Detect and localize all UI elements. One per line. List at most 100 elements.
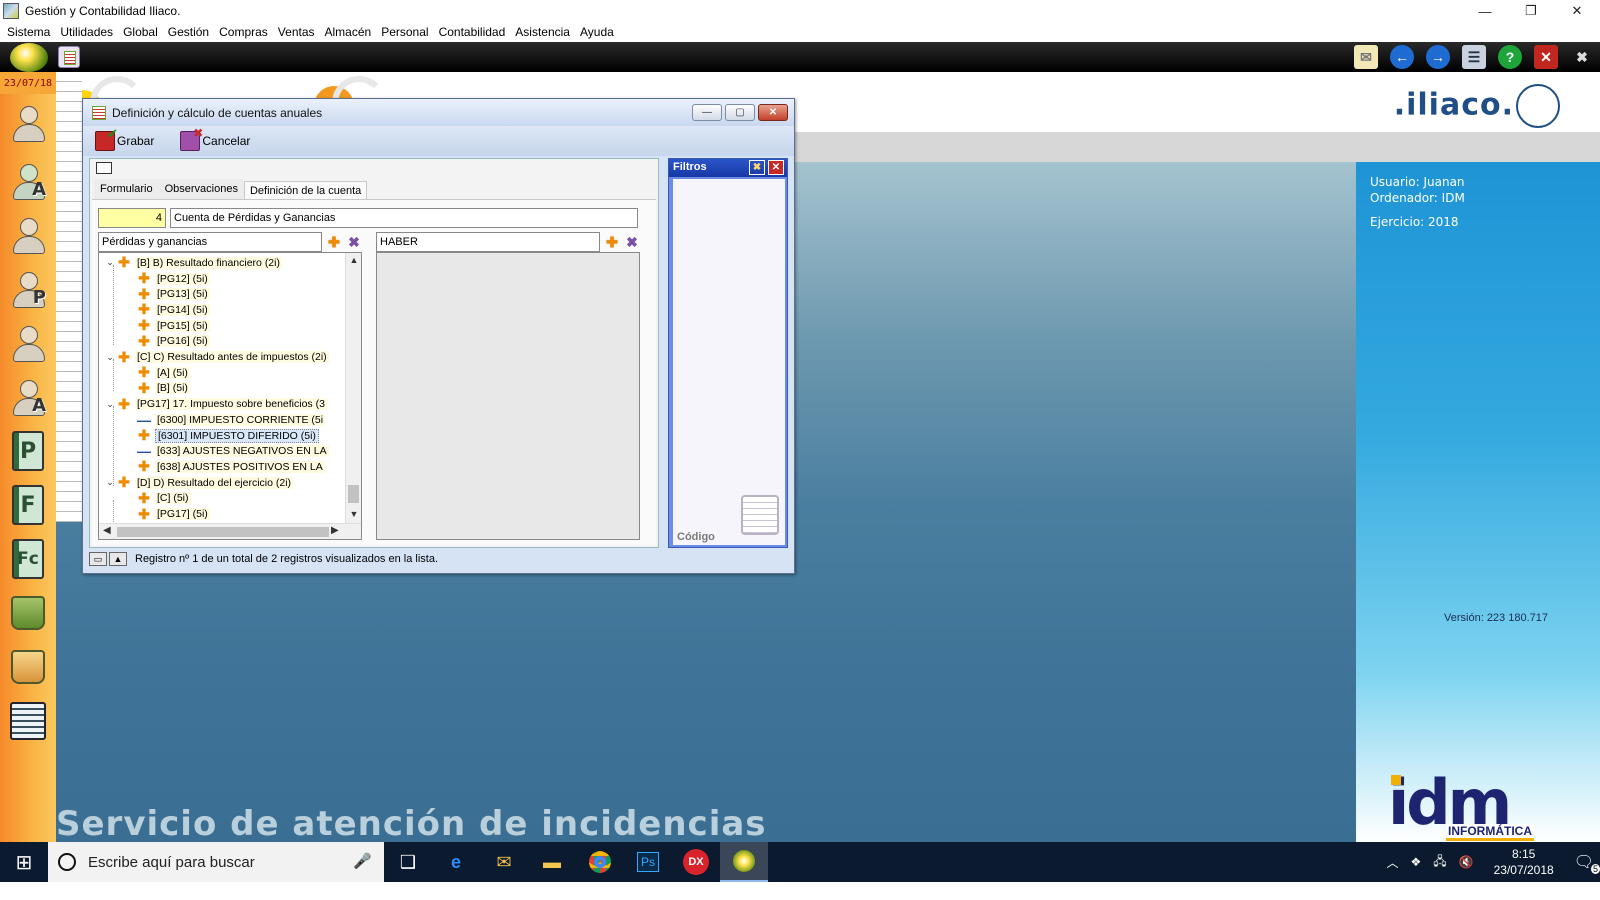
- help-icon[interactable]: ?: [1498, 45, 1522, 69]
- tree-row[interactable]: ✚ [PG15] (5i): [123, 317, 210, 334]
- sales-invoice-book-icon[interactable]: Fc: [4, 536, 52, 582]
- close-all-icon[interactable]: ✖: [1570, 45, 1594, 69]
- menu-global[interactable]: Global: [118, 25, 163, 39]
- tree-row[interactable]: — [6300] IMPUESTO CORRIENTE (5i: [123, 412, 326, 428]
- expand-chevron-icon[interactable]: ⌄: [103, 399, 117, 410]
- dialog-minimize-button[interactable]: —: [692, 104, 722, 121]
- remove-left-icon[interactable]: ✖: [346, 234, 362, 250]
- dx-app-icon[interactable]: DX: [672, 842, 720, 882]
- show-hidden-icons-icon[interactable]: ︿: [1381, 854, 1405, 871]
- mail-icon[interactable]: ✉: [1354, 45, 1378, 69]
- tree-row[interactable]: ⌄ ✚ [C] C) Resultado antes de impuestos (2…: [103, 349, 329, 365]
- scroll-down-icon[interactable]: ▼: [346, 509, 361, 523]
- account-name-field[interactable]: Cuenta de Pérdidas y Ganancias: [170, 208, 638, 228]
- tree-row[interactable]: ⌄ ✚ [B] B) Resultado financiero (2i): [103, 254, 282, 271]
- warehouse-box-icon[interactable]: A: [4, 158, 52, 204]
- tree-row[interactable]: ✚ [C] (5i): [123, 490, 191, 507]
- scroll-left-icon[interactable]: ◀: [103, 525, 111, 536]
- customer-icon[interactable]: [4, 212, 52, 258]
- dialog-titlebar[interactable]: Definición y cálculo de cuentas anuales …: [83, 99, 794, 126]
- contacts-icon[interactable]: [4, 320, 52, 366]
- add-left-icon[interactable]: ✚: [326, 234, 342, 250]
- tree-row[interactable]: ✚ [B] (5i): [123, 380, 190, 397]
- tree-row[interactable]: ✚ [PG14] (5i): [123, 301, 210, 318]
- tree-row[interactable]: — [633] AJUSTES NEGATIVOS EN LA: [123, 443, 329, 459]
- add-right-icon[interactable]: ✚: [604, 234, 620, 250]
- scroll-up-icon[interactable]: ▲: [346, 255, 361, 269]
- menu-sistema[interactable]: Sistema: [2, 25, 55, 39]
- tab-formulario[interactable]: Formulario: [94, 179, 159, 199]
- close-window-icon[interactable]: ✕: [1534, 45, 1558, 69]
- ledger-icon[interactable]: [4, 698, 52, 744]
- photoshop-icon[interactable]: Ps: [624, 842, 672, 882]
- tree-row[interactable]: ✚ [PG13] (5i): [123, 286, 210, 302]
- form-view-icon[interactable]: [96, 162, 112, 174]
- forward-arrow-icon[interactable]: →: [1426, 45, 1450, 69]
- menu-almacen[interactable]: Almacén: [320, 25, 377, 39]
- menu-compras[interactable]: Compras: [214, 25, 273, 39]
- tab-observaciones[interactable]: Observaciones: [158, 179, 244, 199]
- tree-row[interactable]: ✚ [6301] IMPUESTO DIFERIDO (5i): [123, 427, 319, 444]
- invoice-book-icon[interactable]: F: [4, 482, 52, 528]
- dropbox-icon[interactable]: ❖: [1405, 855, 1428, 869]
- expand-chevron-icon[interactable]: ⌄: [103, 352, 117, 363]
- tree-vertical-scrollbar[interactable]: ▲ ▼: [345, 253, 361, 525]
- notebook-app-button[interactable]: [58, 46, 80, 68]
- menu-personal[interactable]: Personal: [376, 25, 433, 39]
- restore-button[interactable]: ❐: [1508, 0, 1554, 22]
- windows-start-icon[interactable]: ⊞: [0, 842, 48, 882]
- shopping-bag-icon[interactable]: [4, 590, 52, 636]
- tree-row[interactable]: ✚ [PG17] (5i): [123, 506, 210, 522]
- tree-hscroll-thumb[interactable]: [117, 527, 329, 537]
- menu-ayuda[interactable]: Ayuda: [575, 25, 619, 39]
- task-view-icon[interactable]: ❑: [384, 842, 432, 882]
- tree-row[interactable]: ✚ [PG16] (5i): [123, 333, 210, 350]
- volume-muted-icon[interactable]: 🔇: [1453, 855, 1480, 869]
- tree-row[interactable]: ✚ [638] AJUSTES POSITIVOS EN LA: [123, 458, 325, 475]
- expand-chevron-icon[interactable]: ⌄: [103, 257, 117, 268]
- tree-row[interactable]: ⌄ ✚ [D] D) Resultado del ejercicio (2i): [103, 474, 294, 491]
- taskbar-clock[interactable]: 8:15 23/07/2018: [1480, 846, 1568, 878]
- purchase-book-icon[interactable]: P: [4, 428, 52, 474]
- filters-pin-icon[interactable]: ✖: [749, 160, 765, 175]
- scroll-right-icon[interactable]: ▶: [331, 525, 339, 536]
- edge-browser-icon[interactable]: e: [432, 842, 480, 882]
- iliaco-taskbar-icon[interactable]: [720, 842, 768, 882]
- dialog-maximize-button[interactable]: ▢: [725, 104, 755, 121]
- microphone-icon[interactable]: 🎤: [353, 852, 372, 870]
- close-button[interactable]: ✕: [1554, 0, 1600, 22]
- supplier-icon[interactable]: P: [4, 266, 52, 312]
- notifications-icon[interactable]: 🗨 5: [1568, 852, 1600, 874]
- mail-app-icon[interactable]: ✉: [480, 842, 528, 882]
- taskbar-search[interactable]: Escribe aquí para buscar 🎤: [48, 842, 384, 882]
- account-tree[interactable]: ⌄ ✚ [B] B) Resultado financiero (2i) ✚ [PG12…: [98, 252, 362, 540]
- clipboard-list-icon[interactable]: [741, 495, 779, 535]
- tree-row[interactable]: ✚ [A] (5i): [123, 364, 190, 381]
- window-list-icon[interactable]: ☰: [1462, 45, 1486, 69]
- tree-row[interactable]: ⌄ ✚ [PG17] 17. Impuesto sobre beneficios (…: [103, 396, 327, 412]
- menu-gestion[interactable]: Gestión: [163, 25, 214, 39]
- home-orb-button[interactable]: [10, 43, 48, 72]
- status-up-icon[interactable]: ▲: [109, 552, 127, 566]
- network-icon[interactable]: 🖧: [1427, 852, 1452, 873]
- filters-close-icon[interactable]: ✕: [768, 160, 784, 175]
- dialog-close-button[interactable]: ✕: [758, 104, 788, 121]
- menu-ventas[interactable]: Ventas: [273, 25, 320, 39]
- haber-list[interactable]: [376, 252, 640, 540]
- file-explorer-icon[interactable]: ▬: [528, 842, 576, 882]
- tree-vscroll-thumb[interactable]: [348, 485, 359, 503]
- status-folder-icon[interactable]: ▭: [89, 552, 107, 566]
- menu-utilidades[interactable]: Utilidades: [55, 25, 118, 39]
- cancel-button[interactable]: Cancelar: [180, 126, 250, 151]
- menu-contabilidad[interactable]: Contabilidad: [434, 25, 511, 39]
- sales-bag-icon[interactable]: [4, 644, 52, 690]
- minimize-button[interactable]: —: [1462, 0, 1508, 22]
- menu-asistencia[interactable]: Asistencia: [510, 25, 575, 39]
- tree-row[interactable]: ✚ [PG12] (5i): [123, 270, 210, 287]
- expand-chevron-icon[interactable]: ⌄: [103, 477, 117, 488]
- tree-horizontal-scrollbar[interactable]: ◀ ▶: [99, 523, 361, 539]
- tab-definicion-cuenta[interactable]: Definición de la cuenta: [243, 181, 368, 200]
- save-button[interactable]: Grabar: [95, 126, 154, 151]
- remove-right-icon[interactable]: ✖: [624, 234, 640, 250]
- account-number-field[interactable]: 4: [98, 208, 166, 228]
